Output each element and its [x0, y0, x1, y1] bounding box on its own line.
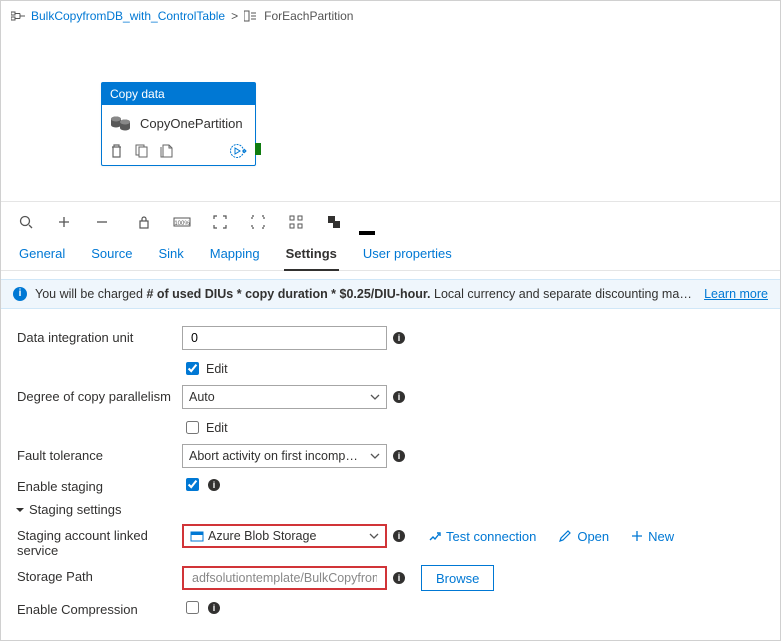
- storage-path-input[interactable]: [182, 566, 387, 590]
- diu-edit-label: Edit: [206, 362, 228, 376]
- activity-header: Copy data: [102, 83, 255, 105]
- staging-settings-label: Staging settings: [29, 502, 122, 517]
- diu-input[interactable]: [182, 326, 387, 350]
- tab-source[interactable]: Source: [89, 242, 134, 270]
- info-icon[interactable]: i: [208, 602, 220, 614]
- info-formula: # of used DIUs * copy duration * $0.25/D…: [146, 287, 430, 301]
- enable-compression-label: Enable Compression: [17, 598, 182, 617]
- breadcrumb-parent[interactable]: BulkCopyfromDB_with_ControlTable: [31, 9, 225, 23]
- design-surface[interactable]: Copy data CopyOnePartition: [1, 27, 780, 202]
- plus-icon: [631, 530, 643, 542]
- activity-name[interactable]: CopyOnePartition: [140, 116, 243, 131]
- run-icon[interactable]: [229, 143, 247, 159]
- dop-select[interactable]: Auto: [182, 385, 387, 409]
- breadcrumb-separator: >: [231, 9, 238, 23]
- copy-activity-box[interactable]: Copy data CopyOnePartition: [101, 82, 256, 166]
- zoom-in-icon[interactable]: [55, 213, 73, 231]
- lock-icon[interactable]: [135, 213, 153, 231]
- info-icon[interactable]: i: [393, 332, 405, 344]
- storage-path-label: Storage Path: [17, 565, 182, 584]
- tab-general[interactable]: General: [17, 242, 67, 270]
- test-connection-button[interactable]: Test connection: [427, 529, 536, 544]
- breadcrumb-current: ForEachPartition: [264, 9, 353, 23]
- toolbar-accent: [359, 231, 375, 235]
- fit-icon[interactable]: [211, 213, 229, 231]
- info-suffix: Local currency and separate discounting …: [434, 287, 696, 301]
- staging-settings-header[interactable]: Staging settings: [15, 502, 764, 517]
- test-connection-icon: [427, 529, 441, 543]
- zoom-100-icon[interactable]: 100%: [173, 213, 191, 231]
- info-prefix: You will be charged: [35, 287, 143, 301]
- auto-arrange-icon[interactable]: [287, 213, 305, 231]
- dop-edit-label: Edit: [206, 421, 228, 435]
- canvas-toolbar: 100%: [1, 202, 780, 238]
- search-icon[interactable]: [17, 213, 35, 231]
- zoom-out-icon[interactable]: [93, 213, 111, 231]
- tab-settings[interactable]: Settings: [284, 242, 339, 271]
- caret-down-icon: [15, 505, 25, 515]
- enable-compression-checkbox[interactable]: [186, 601, 199, 614]
- info-icon[interactable]: i: [393, 572, 405, 584]
- property-tabs: General Source Sink Mapping Settings Use…: [1, 238, 780, 271]
- blob-storage-icon: [190, 529, 204, 543]
- enable-staging-checkbox[interactable]: [186, 478, 199, 491]
- linked-service-select[interactable]: Azure Blob Storage: [182, 524, 387, 548]
- breadcrumb: BulkCopyfromDB_with_ControlTable > ForEa…: [1, 1, 780, 27]
- chevron-down-icon: [370, 453, 380, 459]
- linked-service-label: Staging account linked service: [17, 524, 182, 558]
- info-icon: i: [13, 287, 27, 301]
- linked-service-value: Azure Blob Storage: [208, 529, 316, 543]
- diu-edit-checkbox[interactable]: [186, 362, 199, 375]
- copy-icon[interactable]: [160, 144, 173, 158]
- learn-more-link[interactable]: Learn more: [704, 287, 768, 301]
- fault-tolerance-label: Fault tolerance: [17, 444, 182, 463]
- copy-data-icon: [110, 115, 132, 131]
- settings-form: Data integration unit i Edit Degree of c…: [1, 309, 780, 640]
- chevron-down-icon: [370, 394, 380, 400]
- delete-icon[interactable]: [110, 144, 123, 158]
- pricing-info-bar: i You will be charged # of used DIUs * c…: [1, 279, 780, 309]
- info-icon[interactable]: i: [393, 530, 405, 542]
- tab-mapping[interactable]: Mapping: [208, 242, 262, 270]
- tab-sink[interactable]: Sink: [156, 242, 185, 270]
- dop-value: Auto: [189, 390, 215, 404]
- pipeline-icon: [11, 10, 25, 22]
- layers-icon[interactable]: [325, 213, 343, 231]
- clone-icon[interactable]: [135, 144, 148, 158]
- fault-tolerance-select[interactable]: Abort activity on first incompatible row: [182, 444, 387, 468]
- info-icon[interactable]: i: [208, 479, 220, 491]
- dop-edit-checkbox[interactable]: [186, 421, 199, 434]
- browse-button[interactable]: Browse: [421, 565, 494, 591]
- new-button[interactable]: New: [631, 529, 674, 544]
- foreach-icon: [244, 10, 258, 22]
- diu-label: Data integration unit: [17, 326, 182, 345]
- info-icon[interactable]: i: [393, 450, 405, 462]
- fault-tolerance-value: Abort activity on first incompatible row: [189, 449, 364, 463]
- info-icon[interactable]: i: [393, 391, 405, 403]
- enable-staging-label: Enable staging: [17, 475, 182, 494]
- dop-label: Degree of copy parallelism: [17, 385, 182, 404]
- edit-icon: [558, 529, 572, 543]
- chevron-down-icon: [369, 533, 379, 539]
- open-button[interactable]: Open: [558, 529, 609, 544]
- success-connector[interactable]: [255, 143, 261, 155]
- svg-text:100%: 100%: [174, 221, 190, 227]
- fullscreen-icon[interactable]: [249, 213, 267, 231]
- tab-user-properties[interactable]: User properties: [361, 242, 454, 270]
